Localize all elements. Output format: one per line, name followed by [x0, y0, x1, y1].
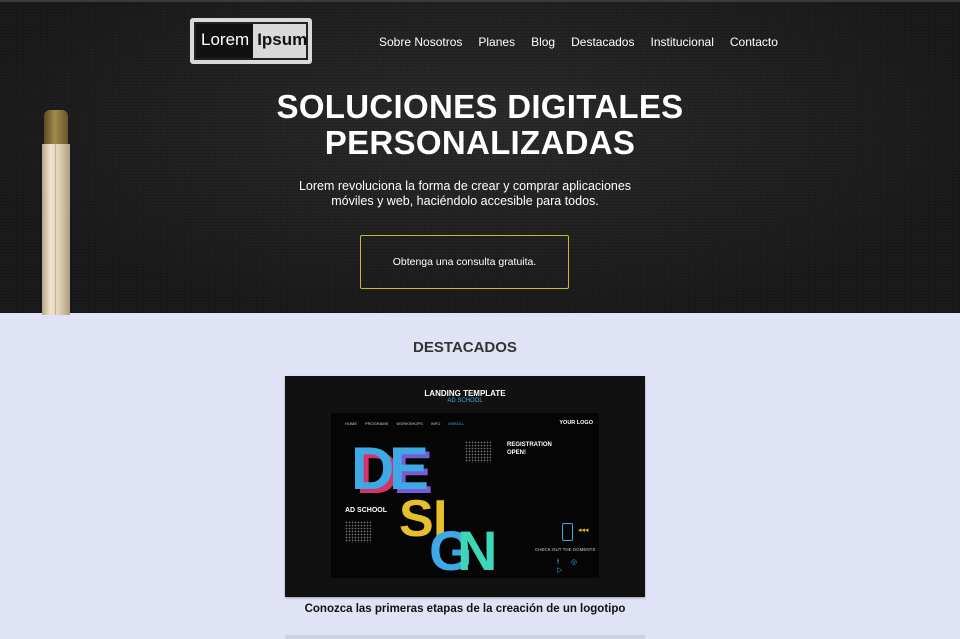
- dot-pattern: [345, 521, 371, 543]
- nav-contacto[interactable]: Contacto: [730, 35, 778, 49]
- hero-title: SOLUCIONES DIGITALES PERSONALIZADAS: [180, 89, 780, 161]
- pencil-ferrule: [44, 110, 68, 146]
- hero-title-line1: SOLUCIONES DIGITALES: [276, 88, 684, 125]
- next-card-edge: [285, 635, 645, 639]
- card-caption[interactable]: Conozca las primeras etapas de la creaci…: [285, 603, 645, 615]
- mockup-ad-school: AD SCHOOL: [345, 507, 387, 514]
- image-subheading: AD SCHOOL: [447, 398, 483, 404]
- nav-sobre-nosotros[interactable]: Sobre Nosotros: [379, 35, 462, 49]
- phone-icon: [562, 523, 573, 541]
- nav-planes[interactable]: Planes: [478, 35, 515, 49]
- image-heading: LANDING TEMPLATE: [424, 389, 506, 398]
- nav-destacados[interactable]: Destacados: [571, 35, 634, 49]
- featured-heading: DESTACADOS: [413, 339, 517, 356]
- site-logo[interactable]: Lorem Ipsum: [190, 18, 312, 64]
- nav-blog[interactable]: Blog: [531, 35, 555, 49]
- logo-text-lorem: Lorem: [196, 24, 254, 58]
- main-nav: Sobre Nosotros Planes Blog Destacados In…: [379, 35, 794, 49]
- mockup-check-text: CHECK OUT THE DOMENTS: [535, 547, 596, 552]
- hero-subtitle: Lorem revoluciona la forma de crear y co…: [298, 179, 632, 208]
- landing-mockup: HOME PROGRAMS WORKSHOPS INFO ENROLL YOUR…: [331, 413, 599, 578]
- letter-n: N: [457, 519, 497, 578]
- pencil-body: [42, 144, 70, 315]
- free-consultation-button[interactable]: Obtenga una consulta gratuita.: [360, 235, 569, 289]
- logo-frame: Lorem Ipsum: [194, 22, 308, 60]
- letter-d: D: [351, 435, 394, 502]
- pencil-decoration: [41, 110, 71, 315]
- hero-title-line2: PERSONALIZADAS: [324, 124, 636, 161]
- design-lettering: D D E E S I G N: [351, 435, 497, 578]
- nav-institucional[interactable]: Institucional: [650, 35, 713, 49]
- arrows-icon: ◂◂◂: [578, 527, 589, 534]
- featured-card-image[interactable]: LANDING TEMPLATE AD SCHOOL HOME PROGRAMS…: [285, 376, 645, 597]
- social-icons: f ◎ ▷: [557, 559, 582, 574]
- logo-text-ipsum: Ipsum: [257, 30, 308, 49]
- hero-section: Lorem Ipsum Sobre Nosotros Planes Blog D…: [0, 0, 960, 315]
